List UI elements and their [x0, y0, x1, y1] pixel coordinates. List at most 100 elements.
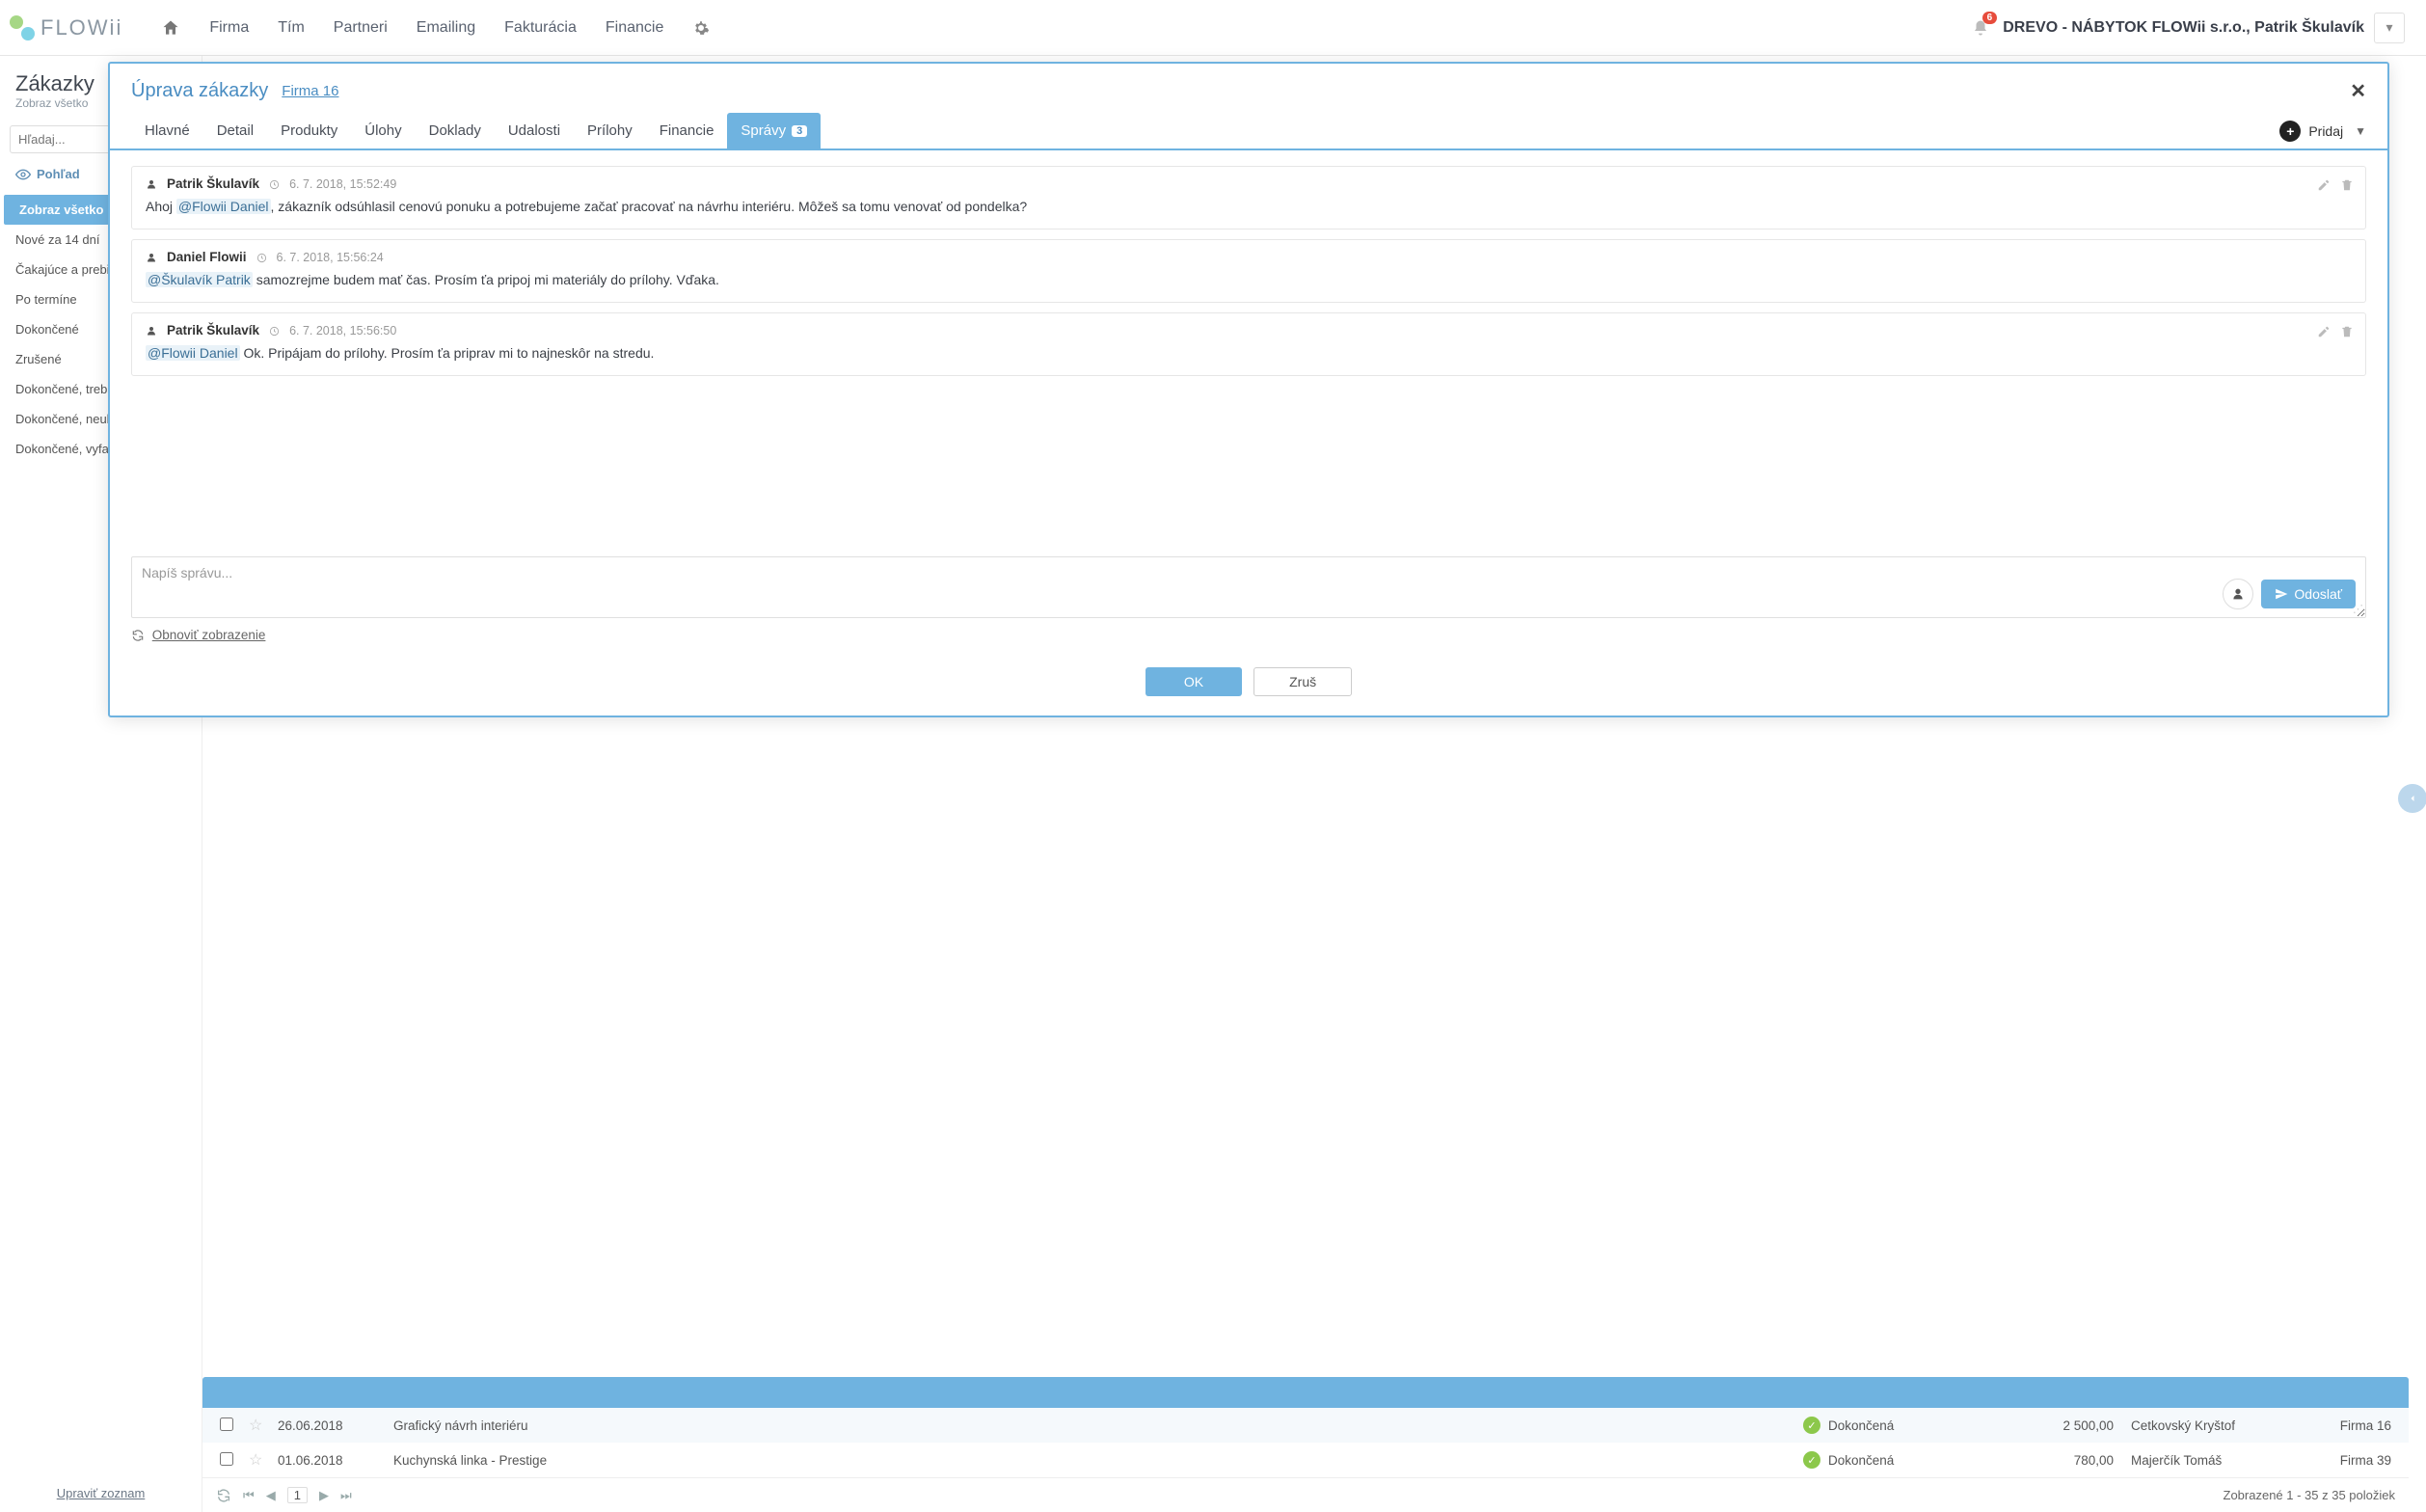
bell-icon[interactable]: 6 [1972, 17, 1989, 38]
tab-hlavné[interactable]: Hlavné [131, 113, 203, 148]
refresh-icon [131, 629, 145, 642]
modal-company-link[interactable]: Firma 16 [282, 83, 338, 99]
nav-fakturacia[interactable]: Fakturácia [504, 19, 577, 37]
trash-icon[interactable] [2340, 176, 2354, 192]
view-label: Pohľad [37, 167, 80, 181]
message-author: Patrik Škulavík [167, 176, 259, 191]
pager-first[interactable]: ⏮ [243, 1488, 255, 1503]
resize-handle-icon: ⋰ [2353, 603, 2363, 615]
tab-prílohy[interactable]: Prílohy [574, 113, 646, 148]
collapse-handle[interactable] [2398, 784, 2426, 813]
table-row[interactable]: ☆ 01.06.2018 Kuchynská linka - Prestige … [202, 1443, 2409, 1477]
message-author: Daniel Flowii [167, 250, 247, 264]
add-recipient-icon[interactable] [2223, 579, 2253, 609]
row-person: Majerčík Tomáš [2131, 1453, 2305, 1468]
tab-badge: 3 [792, 125, 807, 137]
close-icon[interactable]: ✕ [2350, 79, 2366, 103]
pager-current[interactable]: 1 [287, 1487, 308, 1503]
notification-badge: 6 [1982, 12, 1998, 24]
star-icon[interactable]: ☆ [249, 1450, 278, 1470]
clock-icon [269, 177, 280, 191]
row-status: Dokončená [1828, 1418, 1894, 1433]
clock-icon [256, 251, 267, 264]
cancel-button[interactable]: Zruš [1253, 667, 1352, 696]
tab-produkty[interactable]: Produkty [267, 113, 351, 148]
logo-text: FLOWii [40, 15, 122, 40]
row-amount: 780,00 [2015, 1453, 2131, 1468]
tab-detail[interactable]: Detail [203, 113, 267, 148]
add-label: Pridaj [2308, 123, 2343, 139]
mention[interactable]: @Flowii Daniel [146, 345, 240, 361]
logo-icon [10, 15, 35, 40]
top-nav: FLOWii Firma Tím Partneri Emailing Faktu… [0, 0, 2426, 56]
row-name: Kuchynská linka - Prestige [393, 1453, 1803, 1468]
user-icon [146, 324, 157, 338]
tab-správy[interactable]: Správy3 [727, 113, 821, 148]
ok-button[interactable]: OK [1146, 667, 1242, 696]
edit-icon[interactable] [2317, 176, 2331, 192]
nav-tim[interactable]: Tím [278, 19, 305, 37]
row-checkbox[interactable] [220, 1452, 233, 1466]
table-row[interactable]: ☆ 26.06.2018 Grafický návrh interiéru ✓ D… [202, 1408, 2409, 1443]
send-button[interactable]: Odoslať [2261, 580, 2356, 608]
user-icon [146, 177, 157, 191]
mention[interactable]: @Flowii Daniel [176, 199, 271, 214]
check-icon: ✓ [1803, 1417, 1820, 1434]
modal-title: Úprava zákazky [131, 80, 268, 102]
nav-items: Firma Tím Partneri Emailing Fakturácia F… [161, 16, 710, 39]
row-name: Grafický návrh interiéru [393, 1418, 1803, 1433]
logo[interactable]: FLOWii [10, 15, 122, 40]
modal-tabs: HlavnéDetailProduktyÚlohyDokladyUdalosti… [110, 113, 2387, 150]
row-firm: Firma 39 [2305, 1453, 2391, 1468]
nav-emailing[interactable]: Emailing [417, 19, 475, 37]
chevron-down-icon: ▼ [2355, 124, 2366, 138]
pager-next[interactable]: ▶ [319, 1488, 329, 1503]
message-body: @Flowii Daniel Ok. Pripájam do prílohy. … [146, 343, 2352, 364]
company-label[interactable]: DREVO - NÁBYTOK FLOWii s.r.o., Patrik Šk… [2003, 19, 2364, 37]
nav-financie[interactable]: Financie [606, 19, 663, 37]
tab-udalosti[interactable]: Udalosti [495, 113, 574, 148]
edit-icon[interactable] [2317, 323, 2331, 338]
row-date: 01.06.2018 [278, 1453, 393, 1468]
message: Daniel Flowii 6. 7. 2018, 15:56:24 @Škula… [131, 239, 2366, 303]
pager-prev[interactable]: ◀ [266, 1488, 276, 1503]
edit-order-modal: Úprava zákazky Firma 16 ✕ HlavnéDetailPr… [108, 62, 2389, 717]
tab-doklady[interactable]: Doklady [416, 113, 495, 148]
star-icon[interactable]: ☆ [249, 1416, 278, 1435]
plus-icon: + [2279, 121, 2301, 142]
nav-partneri[interactable]: Partneri [334, 19, 388, 37]
message-composer[interactable]: Napíš správu... Odoslať ⋰ [131, 556, 2366, 618]
message-body: @Škulavík Patrik samozrejme budem mať ča… [146, 270, 2352, 290]
home-icon[interactable] [161, 16, 180, 39]
message-time: 6. 7. 2018, 15:56:24 [277, 251, 384, 264]
row-date: 26.06.2018 [278, 1418, 393, 1433]
pager-summary: Zobrazené 1 - 35 z 35 položiek [2224, 1488, 2396, 1502]
nav-firma[interactable]: Firma [209, 19, 249, 37]
tab-financie[interactable]: Financie [646, 113, 728, 148]
message: Patrik Škulavík 6. 7. 2018, 15:52:49 Ahoj… [131, 166, 2366, 230]
gear-icon[interactable] [692, 17, 710, 38]
tab-úlohy[interactable]: Úlohy [351, 113, 415, 148]
message: Patrik Škulavík 6. 7. 2018, 15:56:50@Flo… [131, 312, 2366, 376]
add-button[interactable]: + Pridaj ▼ [2279, 115, 2366, 148]
message-body: Ahoj @Flowii Daniel, zákazník odsúhlasil… [146, 197, 2352, 217]
send-label: Odoslať [2294, 586, 2342, 602]
user-menu-caret[interactable]: ▾ [2374, 13, 2405, 43]
row-firm: Firma 16 [2305, 1418, 2391, 1433]
table-group-header [202, 1377, 2409, 1408]
user-icon [146, 251, 157, 264]
pager-last[interactable]: ⏭ [340, 1488, 352, 1503]
clock-icon [269, 324, 280, 338]
row-checkbox[interactable] [220, 1418, 233, 1431]
message-author: Patrik Škulavík [167, 323, 259, 338]
edit-list-link[interactable]: Upraviť zoznam [57, 1486, 146, 1500]
refresh-link[interactable]: Obnoviť zobrazenie [152, 628, 266, 642]
composer-placeholder: Napíš správu... [142, 565, 232, 580]
check-icon: ✓ [1803, 1451, 1820, 1469]
trash-icon[interactable] [2340, 323, 2354, 338]
mention[interactable]: @Škulavík Patrik [146, 272, 253, 287]
refresh-icon[interactable] [216, 1487, 231, 1503]
pager-bar: ⏮ ◀ 1 ▶ ⏭ Zobrazené 1 - 35 z 35 položiek [202, 1477, 2409, 1512]
message-time: 6. 7. 2018, 15:52:49 [289, 177, 396, 191]
row-person: Cetkovský Kryštof [2131, 1418, 2305, 1433]
